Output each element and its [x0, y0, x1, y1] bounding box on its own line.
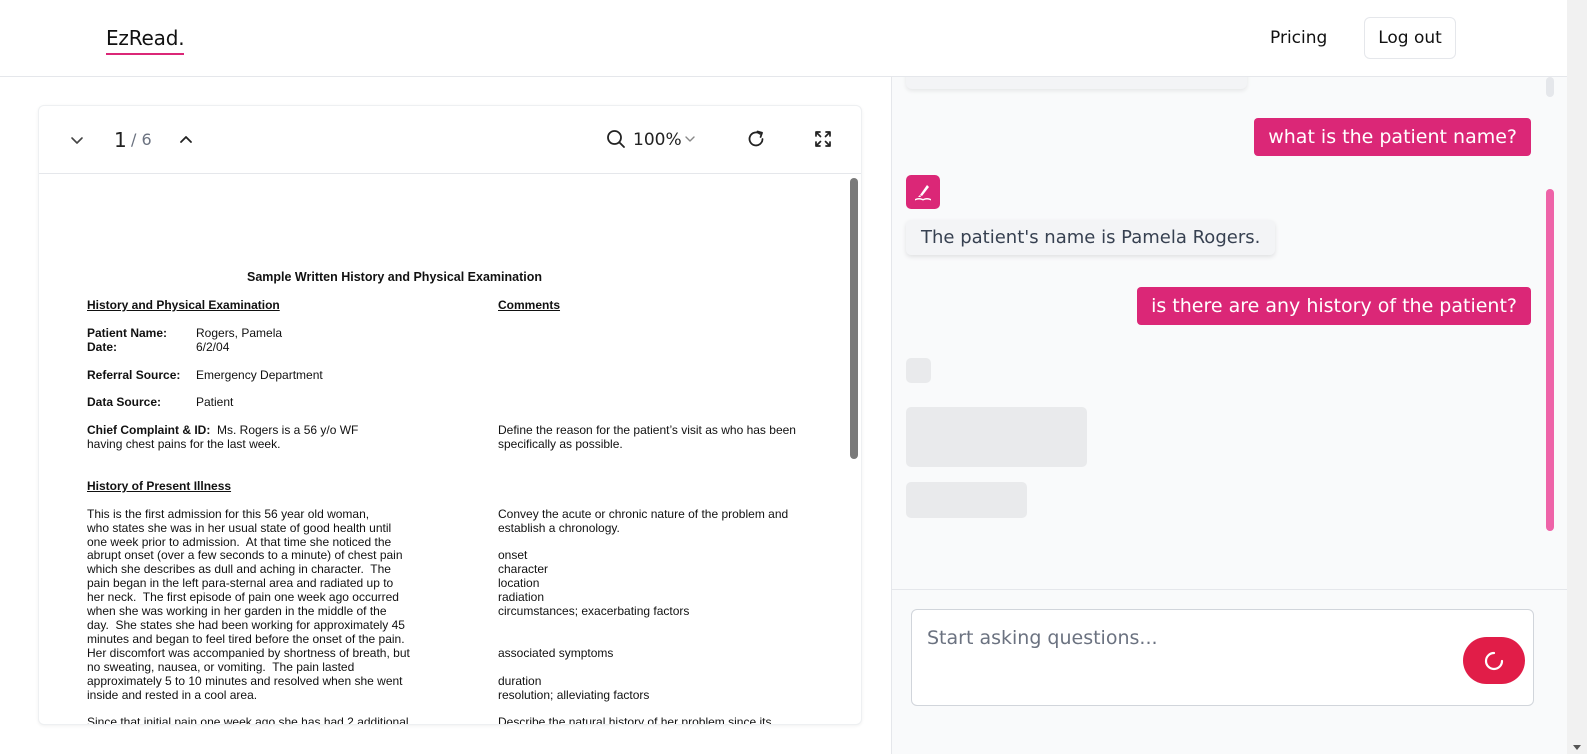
doc-comment: circumstances; exacerbating factors	[498, 604, 690, 618]
doc-line: approximately 5 to 10 minutes and resolv…	[87, 674, 403, 688]
bot-message: The patient's name is Pamela Rogers.	[906, 220, 1276, 255]
scroll-down-arrow-icon[interactable]	[1573, 745, 1581, 750]
doc-comment: character	[498, 562, 549, 576]
book-rocket-icon	[915, 185, 931, 201]
doc-comment: establish a chronology.	[498, 521, 620, 535]
doc-line: minutes and began to feel tired before t…	[87, 632, 405, 646]
chat-scrollbar[interactable]	[1546, 77, 1554, 589]
doc-line: which she describes as dull and aching i…	[87, 562, 391, 576]
doc-line: Her discomfort was accompanied by shortn…	[87, 646, 410, 660]
chevron-down-icon	[685, 136, 695, 142]
doc-line: This is the first admission for this 56 …	[87, 507, 370, 521]
pdf-viewer: 1 / 6 100% Sample Written History and Ph…	[38, 105, 862, 725]
pdf-toolbar: 1 / 6 100%	[39, 106, 861, 174]
doc-line: pain began in the left para-sternal area…	[87, 576, 394, 590]
doc-comment: Define the reason for the patient’s visi…	[498, 423, 796, 437]
doc-comment: specifically as possible.	[498, 437, 623, 451]
chevron-up-icon	[180, 136, 192, 143]
fullscreen-icon	[815, 131, 831, 147]
pdf-pane: 1 / 6 100% Sample Written History and Ph…	[0, 77, 891, 754]
loading-skeleton-block	[906, 407, 1087, 467]
doc-label: Data Source:	[87, 395, 162, 409]
doc-value: 6/2/04	[196, 340, 230, 354]
doc-value: Patient	[196, 395, 234, 409]
zoom-dropdown[interactable]	[683, 132, 697, 146]
send-button[interactable]	[1463, 637, 1525, 684]
pricing-link[interactable]: Pricing	[1270, 28, 1327, 48]
doc-comment: radiation	[498, 590, 545, 604]
doc-line: abrupt onset (over a few seconds to a mi…	[87, 548, 403, 562]
doc-line: when she was working in her garden in th…	[87, 604, 387, 618]
chat-scrollbar-top	[1546, 77, 1554, 97]
logo-underline	[106, 53, 185, 55]
logout-button[interactable]: Log out	[1364, 17, 1456, 59]
doc-value: having chest pains for the last week.	[87, 437, 281, 451]
doc-comment: duration	[498, 674, 542, 688]
doc-comments-heading: Comments	[498, 298, 561, 312]
page-total: / 6	[131, 130, 152, 149]
doc-line: her neck. The first episode of pain one …	[87, 590, 399, 604]
doc-line: inside and rested in a cool area.	[87, 688, 258, 702]
loading-skeleton-avatar	[906, 358, 931, 383]
doc-label: Patient Name:	[87, 326, 168, 340]
zoom-level[interactable]: 100%	[633, 130, 682, 150]
chevron-down-icon	[71, 137, 83, 144]
app-logo[interactable]: EzRead.	[106, 26, 185, 55]
page-down-button[interactable]	[67, 130, 87, 150]
doc-value: Ms. Rogers is a 56 y/o WF	[217, 423, 359, 437]
doc-line: Since that initial pain one week ago she…	[87, 715, 409, 725]
doc-comment: Describe the natural history of her prob…	[498, 715, 772, 725]
pdf-scrollbar[interactable]	[850, 178, 858, 459]
doc-section-heading: History of Present Illness	[87, 479, 232, 493]
loading-skeleton-line	[906, 482, 1027, 518]
window-scrollbar[interactable]	[1567, 0, 1587, 754]
doc-label: Referral Source:	[87, 368, 181, 382]
logo-text: EzRead.	[106, 26, 185, 50]
page-number[interactable]: 1	[114, 128, 127, 152]
doc-value: Emergency Department	[196, 368, 323, 382]
doc-label: Date:	[87, 340, 118, 354]
fullscreen-button[interactable]	[813, 129, 833, 149]
doc-title: Sample Written History and Physical Exam…	[247, 270, 542, 284]
loading-spinner-icon	[1484, 651, 1504, 670]
doc-line: no sweating, nausea, or vomiting. The pa…	[87, 660, 355, 674]
doc-value: Rogers, Pamela	[196, 326, 283, 340]
doc-line: day. She states she had been working for…	[87, 618, 405, 632]
doc-comment: Convey the acute or chronic nature of th…	[498, 507, 789, 521]
top-nav: EzRead. Pricing Log out	[0, 0, 1567, 77]
user-message: is there are any history of the patient?	[1137, 287, 1531, 325]
page-up-button[interactable]	[176, 130, 196, 150]
search-icon	[607, 130, 625, 148]
doc-comment: resolution; alleviating factors	[498, 688, 650, 702]
chat-messages[interactable]: what is the patient name? The patient's …	[892, 77, 1567, 590]
doc-section-heading: History and Physical Examination	[87, 298, 280, 312]
chat-pane: what is the patient name? The patient's …	[891, 77, 1567, 754]
question-input-box[interactable]	[911, 609, 1534, 706]
doc-comment: onset	[498, 548, 528, 562]
zoom-control[interactable]	[605, 128, 627, 150]
pdf-page-viewport[interactable]: Sample Written History and Physical Exam…	[39, 175, 861, 725]
user-message: what is the patient name?	[1254, 118, 1531, 156]
rotate-icon	[748, 130, 764, 147]
bot-avatar	[906, 175, 940, 209]
rotate-button[interactable]	[745, 128, 767, 150]
question-input[interactable]	[927, 624, 1447, 652]
doc-comment: associated symptoms	[498, 646, 614, 660]
doc-line: who states she was in her usual state of…	[87, 521, 392, 535]
doc-comment: location	[498, 576, 540, 590]
chat-scrollbar-thumb[interactable]	[1546, 189, 1554, 531]
doc-label: Chief Complaint & ID:	[87, 423, 211, 437]
bot-message-partial	[906, 77, 1247, 89]
